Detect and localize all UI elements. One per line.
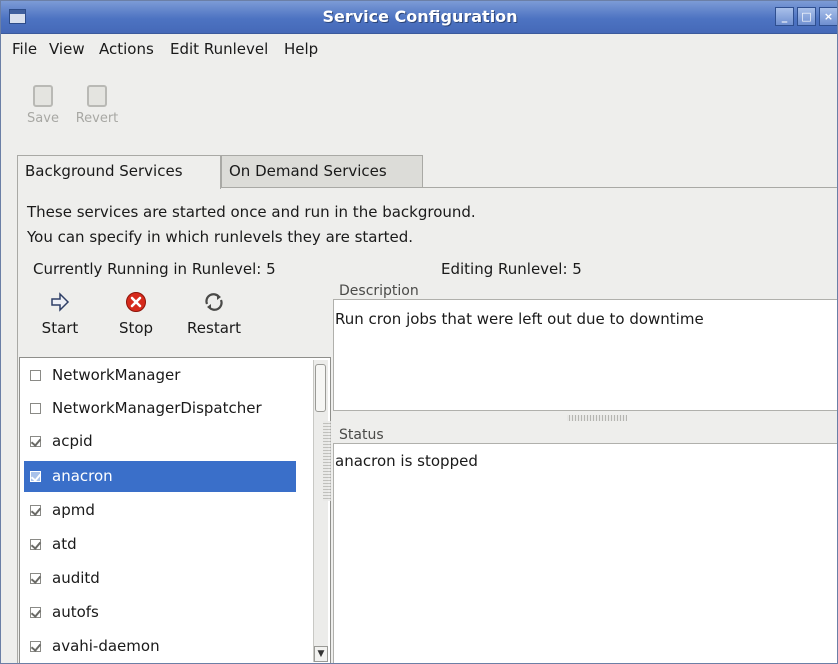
service-checkbox[interactable] xyxy=(30,403,41,414)
restart-button[interactable]: Restart xyxy=(181,291,247,337)
minimize-button[interactable]: _ xyxy=(775,7,794,26)
title-bar[interactable]: Service Configuration _ □ × xyxy=(1,1,837,34)
service-name: NetworkManagerDispatcher xyxy=(52,399,262,417)
horizontal-pane-handle[interactable] xyxy=(567,415,627,421)
service-checkbox[interactable] xyxy=(30,505,41,516)
menu-edit-runlevel[interactable]: Edit Runlevel xyxy=(170,40,268,58)
scroll-down-arrow-icon[interactable]: ▼ xyxy=(314,646,328,662)
description-text: Run cron jobs that were left out due to … xyxy=(335,310,704,328)
status-frame xyxy=(333,443,837,663)
scrollbar-thumb[interactable] xyxy=(315,364,326,412)
revert-button[interactable]: Revert xyxy=(67,85,127,126)
service-checkbox[interactable] xyxy=(30,573,41,584)
service-name: avahi-daemon xyxy=(52,637,160,655)
list-item[interactable]: auditd xyxy=(24,563,296,594)
service-name: apmd xyxy=(52,501,95,519)
save-button[interactable]: Save xyxy=(13,85,73,126)
list-item[interactable]: NetworkManagerDispatcher xyxy=(24,393,296,424)
list-item-selected[interactable]: anacron xyxy=(24,461,296,492)
list-item[interactable]: acpid xyxy=(24,426,296,457)
stop-icon xyxy=(126,292,146,312)
restart-label: Restart xyxy=(187,319,241,337)
service-checkbox[interactable] xyxy=(30,471,41,482)
status-text: anacron is stopped xyxy=(335,452,478,470)
service-checkbox[interactable] xyxy=(30,539,41,550)
current-runlevel-label: Currently Running in Runlevel: 5 xyxy=(33,260,276,278)
save-label: Save xyxy=(27,111,59,126)
revert-icon xyxy=(87,85,107,107)
service-name: auditd xyxy=(52,569,100,587)
list-item[interactable]: apmd xyxy=(24,495,296,526)
list-scrollbar[interactable]: ▼ xyxy=(313,360,328,662)
menu-view[interactable]: View xyxy=(49,40,85,58)
service-checkbox[interactable] xyxy=(30,436,41,447)
service-name: atd xyxy=(52,535,77,553)
tab-on-demand-services[interactable]: On Demand Services xyxy=(221,155,423,187)
service-configuration-window: Service Configuration _ □ × File View Ac… xyxy=(0,0,838,664)
service-checkbox[interactable] xyxy=(30,607,41,618)
list-item[interactable]: NetworkManager xyxy=(24,360,296,391)
revert-label: Revert xyxy=(75,111,119,126)
toolbar: Save Revert xyxy=(1,63,837,145)
service-checkbox[interactable] xyxy=(30,641,41,652)
list-item[interactable]: autofs xyxy=(24,597,296,628)
start-label: Start xyxy=(41,319,79,337)
tab-background-services[interactable]: Background Services xyxy=(17,155,221,189)
menu-file[interactable]: File xyxy=(12,40,37,58)
list-item[interactable]: atd xyxy=(24,529,296,560)
arrow-right-icon xyxy=(51,292,70,312)
status-label: Status xyxy=(337,427,386,443)
stop-button[interactable]: Stop xyxy=(113,291,159,337)
service-name: NetworkManager xyxy=(52,366,181,384)
description-label: Description xyxy=(337,283,421,299)
service-checkbox[interactable] xyxy=(30,370,41,381)
close-button[interactable]: × xyxy=(819,7,837,26)
stop-label: Stop xyxy=(118,319,154,337)
editing-runlevel-label: Editing Runlevel: 5 xyxy=(441,260,582,278)
window-title: Service Configuration xyxy=(322,7,518,26)
start-button[interactable]: Start xyxy=(37,291,83,337)
service-name: acpid xyxy=(52,432,93,450)
menu-actions[interactable]: Actions xyxy=(99,40,154,58)
menu-bar: File View Actions Edit Runlevel Help xyxy=(1,34,837,62)
list-item[interactable]: avahi-daemon xyxy=(24,631,296,662)
service-name: autofs xyxy=(52,603,99,621)
intro-line-1: These services are started once and run … xyxy=(27,203,476,221)
service-name: anacron xyxy=(52,467,113,485)
restart-icon xyxy=(205,293,223,311)
menu-help[interactable]: Help xyxy=(284,40,318,58)
services-list[interactable]: NetworkManager NetworkManagerDispatcher … xyxy=(19,357,331,663)
intro-line-2: You can specify in which runlevels they … xyxy=(27,228,414,246)
maximize-button[interactable]: □ xyxy=(797,7,816,26)
vertical-pane-handle[interactable] xyxy=(323,421,331,501)
save-icon xyxy=(33,85,53,107)
